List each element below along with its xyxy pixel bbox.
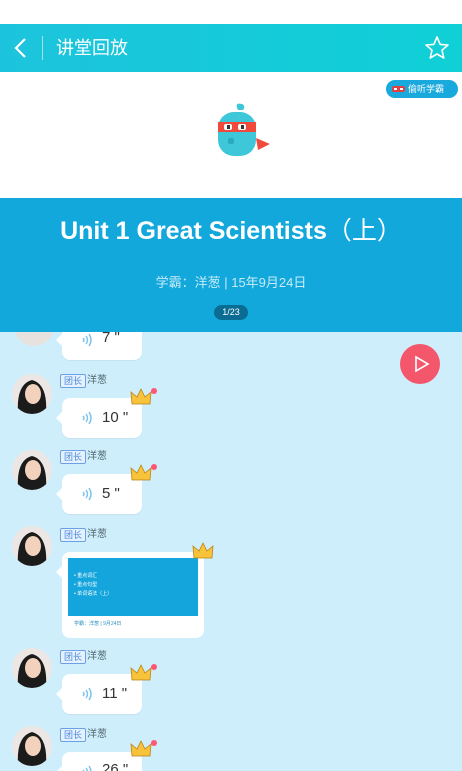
avatar-image [12,526,52,566]
avatar[interactable] [12,726,52,766]
voice-wave-icon [82,687,92,701]
avatar-image [12,450,52,490]
user-name: 洋葱 [87,729,107,740]
avatar-image [12,648,52,688]
voice-wave-icon [82,333,92,347]
voice-duration: 26 " [102,761,129,771]
slide-line: • 单词语法（上） [74,591,113,597]
course-title-text: Unit 1 Great Scientists [60,217,327,245]
user-name: 洋葱 [87,651,107,662]
slide-footer: 学霸：洋葱 | 9月24日 [74,621,122,627]
voice-duration: 11 " [102,685,128,702]
avatar[interactable] [12,648,52,688]
voice-wave-icon [82,487,92,501]
mascot-logo [218,103,270,156]
user-name: 洋葱 [87,451,107,462]
avatar[interactable] [14,332,54,346]
user-name: 洋葱 [87,529,107,540]
back-arrow-icon[interactable] [10,34,34,62]
slide-thumbnail: • 重点词汇 • 重点句型 • 单词语法（上） [68,558,198,616]
voice-message[interactable]: 7 " [56,332,142,360]
voice-duration: 5 " [102,485,120,502]
crown-icon [130,388,152,405]
crown-icon [192,542,214,559]
avatar-image [12,374,52,414]
crown-icon [130,664,152,681]
avatar[interactable] [12,526,52,566]
voice-duration: 7 " [102,332,120,346]
course-subtitle: 学霸：洋葱 | 15年9月24日 [155,275,307,290]
course-banner: Unit 1 Great Scientists（上） 学霸：洋葱 | 15年9月… [0,198,462,332]
avatar[interactable] [12,374,52,414]
role-tag: 团长 [60,374,87,388]
chat-feed[interactable]: 7 " 团长 洋葱 10 " 团长 洋葱 5 " 团长 洋葱 • 重点词汇 • … [0,332,462,771]
role-tag: 团长 [60,528,87,542]
star-icon[interactable] [424,35,450,61]
course-title: Unit 1 Great Scientists（上） [0,216,462,246]
page-indicator: 1/23 [214,305,248,320]
eavesdrop-badge[interactable]: 偷听学霸 [386,80,458,98]
page-title: 讲堂回放 [56,38,128,58]
slide-line: • 重点句型 [74,582,98,588]
glasses-icon [392,86,405,92]
top-bar: 讲堂回放 [0,24,462,72]
play-icon [415,355,430,373]
status-bar [0,0,462,24]
role-tag: 团长 [60,650,87,664]
voice-wave-icon [82,765,92,771]
role-tag: 团长 [60,450,87,464]
play-button[interactable] [400,344,440,384]
user-name: 洋葱 [87,375,107,386]
unread-dot [151,664,157,670]
image-message[interactable]: • 重点词汇 • 重点句型 • 单词语法（上） 学霸：洋葱 | 9月24日 [56,552,204,638]
voice-duration: 10 " [102,409,129,426]
unread-dot [151,464,157,470]
avatar[interactable] [12,450,52,490]
course-title-suffix: （上） [326,216,402,245]
crown-icon [130,740,152,757]
divider [42,36,43,60]
mascot-banner: 偷听学霸 [0,72,462,198]
voice-wave-icon [82,411,92,425]
badge-label: 偷听学霸 [408,84,445,94]
role-tag: 团长 [60,728,87,742]
crown-icon [130,464,152,481]
unread-dot [151,740,157,746]
avatar-image [12,726,52,766]
unread-dot [151,388,157,394]
slide-line: • 重点词汇 [74,573,98,579]
